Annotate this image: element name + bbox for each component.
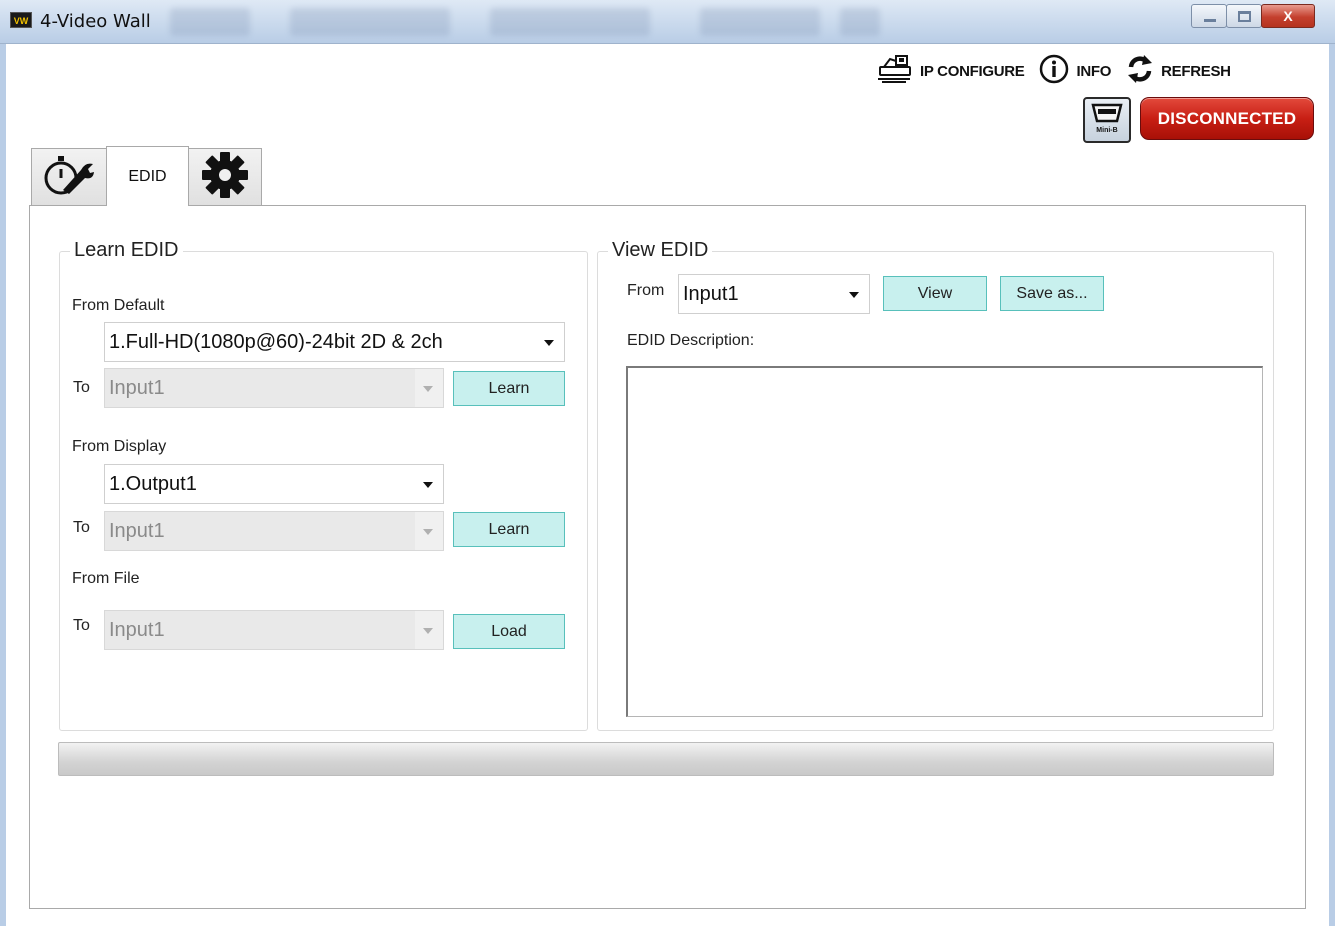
blurred-region: [490, 8, 650, 36]
blurred-region: [700, 8, 820, 36]
view-button[interactable]: View: [883, 276, 987, 311]
stopwatch-wrench-icon: [41, 150, 97, 205]
info-button[interactable]: INFO: [1038, 53, 1111, 90]
view-source-value: Input1: [683, 283, 739, 305]
window-border-left: [0, 44, 6, 926]
chevron-down-icon: [544, 340, 554, 346]
maximize-button[interactable]: [1226, 4, 1262, 28]
default-edid-select[interactable]: 1.Full-HD(1080p@60)-24bit 2D & 2ch: [104, 322, 565, 362]
tab-timer-tools[interactable]: [31, 148, 107, 206]
usb-port-indicator[interactable]: Mini-B: [1083, 97, 1131, 143]
app-logo-icon: VW: [10, 12, 32, 28]
learn-default-button[interactable]: Learn: [453, 371, 565, 406]
display-target-value: Input1: [105, 512, 415, 550]
tab-settings[interactable]: [188, 148, 262, 206]
maximize-icon: [1238, 11, 1251, 22]
chevron-down-icon: [423, 628, 433, 634]
usb-mini-b-icon: Mini-B: [1087, 99, 1127, 142]
chevron-down-icon: [423, 386, 433, 392]
view-source-select[interactable]: Input1: [678, 274, 870, 314]
ip-configure-label: IP CONFIGURE: [920, 62, 1025, 80]
chevron-down-icon: [423, 482, 433, 488]
top-toolbar: IP CONFIGURE INFO REFRESH: [876, 54, 1245, 88]
display-target-select[interactable]: Input1: [104, 511, 444, 551]
window-border-right: [1329, 44, 1335, 926]
default-edid-value: 1.Full-HD(1080p@60)-24bit 2D & 2ch: [109, 331, 443, 353]
window-title: 4-Video Wall: [40, 11, 151, 32]
window-controls: X: [1191, 4, 1315, 28]
to-label: To: [73, 519, 90, 536]
progress-bar: [58, 742, 1274, 776]
to-label: To: [73, 617, 90, 634]
blurred-region: [170, 8, 250, 36]
gear-icon: [200, 150, 250, 205]
load-file-button[interactable]: Load: [453, 614, 565, 649]
learn-display-button[interactable]: Learn: [453, 512, 565, 547]
close-button[interactable]: X: [1261, 4, 1315, 28]
connection-status-badge[interactable]: DISCONNECTED: [1140, 97, 1314, 140]
network-router-icon: [876, 53, 914, 90]
from-display-label: From Display: [72, 438, 167, 455]
title-bar[interactable]: VW 4-Video Wall X: [0, 0, 1335, 44]
to-label: To: [73, 379, 90, 396]
display-source-value: 1.Output1: [109, 473, 197, 495]
info-label: INFO: [1076, 62, 1112, 80]
blurred-region: [290, 8, 450, 36]
chevron-down-icon: [849, 292, 859, 298]
chevron-down-icon: [423, 529, 433, 535]
tab-edid-label: EDID: [128, 167, 167, 185]
refresh-arrows-icon: [1125, 54, 1155, 89]
view-edid-title: View EDID: [608, 239, 713, 262]
close-icon: X: [1283, 8, 1293, 24]
save-as-button[interactable]: Save as...: [1000, 276, 1104, 311]
from-file-label: From File: [72, 570, 140, 587]
usb-label: Mini-B: [1096, 127, 1117, 134]
file-target-select[interactable]: Input1: [104, 610, 444, 650]
learn-edid-title: Learn EDID: [70, 239, 183, 262]
refresh-label: REFRESH: [1161, 62, 1231, 80]
tab-edid[interactable]: EDID: [106, 146, 189, 206]
minimize-icon: [1204, 19, 1216, 22]
file-target-value: Input1: [105, 611, 415, 649]
refresh-button[interactable]: REFRESH: [1125, 54, 1231, 89]
ip-configure-button[interactable]: IP CONFIGURE: [876, 53, 1025, 90]
default-target-select[interactable]: Input1: [104, 368, 444, 408]
display-source-select[interactable]: 1.Output1: [104, 464, 444, 504]
edid-description-textarea[interactable]: [626, 366, 1263, 717]
default-target-value: Input1: [105, 369, 415, 407]
view-from-label: From: [627, 282, 665, 299]
blurred-region: [840, 8, 880, 36]
edid-description-label: EDID Description:: [627, 332, 755, 349]
minimize-button[interactable]: [1191, 4, 1227, 28]
from-default-label: From Default: [72, 297, 165, 314]
info-circle-icon: [1038, 53, 1070, 90]
